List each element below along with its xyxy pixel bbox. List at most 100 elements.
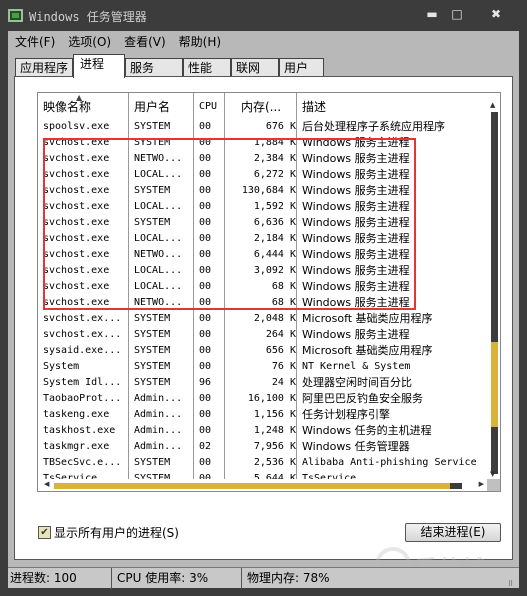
menu-view[interactable]: 查看(V): [117, 33, 172, 53]
vertical-scroll-thumb[interactable]: [491, 341, 498, 427]
menu-help[interactable]: 帮助(H): [172, 33, 227, 53]
minimize-button[interactable]: ▬: [423, 6, 441, 22]
process-description: Windows 服务主进程: [302, 232, 410, 245]
process-row[interactable]: svchost.exe SYSTEM 00 130,684 K Windows 服务主进…: [38, 183, 487, 199]
close-button[interactable]: ✖: [487, 6, 505, 22]
process-description: Windows 服务主进程: [302, 200, 410, 213]
process-description: 后台处理程序子系统应用程序: [302, 120, 445, 133]
process-memory: 130,684 K: [241, 185, 296, 196]
scroll-down-arrow-icon[interactable]: ▼: [490, 470, 495, 478]
menu-file[interactable]: 文件(F): [8, 33, 61, 53]
vertical-scroll-track[interactable]: [491, 112, 498, 474]
process-row[interactable]: svchost.exe LOCAL... 00 1,592 K Windows 服务主进…: [38, 199, 487, 215]
process-row[interactable]: svchost.exe LOCAL... 00 3,092 K Windows 服务主进…: [38, 263, 487, 279]
column-cpu[interactable]: CPU: [194, 93, 225, 119]
process-row[interactable]: System Idl... SYSTEM 96 24 K 处理器空闲时间百分比: [38, 375, 487, 391]
process-row[interactable]: TaobaoProt... Admin... 00 16,100 K 阿里巴巴反钓鱼安全…: [38, 391, 487, 407]
process-description: 任务计划程序引擎: [302, 408, 390, 421]
process-cpu: 00: [199, 457, 212, 468]
process-image-name: svchost.exe: [43, 153, 110, 164]
column-image-name[interactable]: ▲ 映像名称: [38, 93, 129, 119]
scroll-up-arrow-icon[interactable]: ▲: [490, 101, 495, 109]
process-cpu: 00: [199, 249, 212, 260]
scroll-right-arrow-icon[interactable]: ▶: [479, 480, 484, 488]
process-row[interactable]: svchost.exe SYSTEM 00 1,884 K Windows 服务主进程: [38, 135, 487, 151]
process-user-name: Admin...: [134, 393, 183, 404]
horizontal-scrollbar[interactable]: ◀ ▶: [38, 479, 487, 491]
column-memory[interactable]: 内存(...: [225, 93, 297, 119]
status-divider: [111, 568, 112, 589]
process-row[interactable]: svchost.exe NETWO... 00 68 K Windows 服务主进程: [38, 295, 487, 311]
process-description: Windows 服务主进程: [302, 152, 410, 165]
process-memory: 264 K: [265, 329, 296, 340]
process-row[interactable]: svchost.exe NETWO... 00 2,384 K Windows 服务主进…: [38, 151, 487, 167]
process-row[interactable]: spoolsv.exe SYSTEM 00 676 K 后台处理程序子系统应用程序: [38, 119, 487, 135]
process-image-name: svchost.exe: [43, 281, 110, 292]
horizontal-scroll-thumb[interactable]: [54, 483, 450, 489]
title-bar[interactable]: Windows 任务管理器 ▬ □ ✖: [0, 0, 527, 31]
process-user-name: SYSTEM: [134, 121, 171, 132]
resize-grip-icon[interactable]: ⠤ ⠿: [508, 577, 516, 588]
process-cpu: 00: [199, 281, 212, 292]
process-image-name: spoolsv.exe: [43, 121, 110, 132]
column-user-name[interactable]: 用户名: [129, 93, 194, 119]
checkbox-checked-icon[interactable]: ✔: [38, 526, 51, 539]
process-cpu: 00: [199, 329, 212, 340]
process-row[interactable]: svchost.exe LOCAL... 00 2,184 K Windows 服务主进…: [38, 231, 487, 247]
process-memory: 7,956 K: [253, 441, 296, 452]
process-row[interactable]: svchost.ex... SYSTEM 00 264 K Windows 服务主进程: [38, 327, 487, 343]
process-image-name: TBSecSvc.e...: [43, 457, 122, 468]
tab-applications[interactable]: 应用程序: [15, 58, 73, 77]
process-memory: 6,444 K: [253, 249, 296, 260]
menu-bar: 文件(F) 选项(O) 查看(V) 帮助(H): [8, 31, 519, 53]
show-all-users-checkbox[interactable]: ✔ 显示所有用户的进程(S): [38, 524, 179, 541]
column-image-name-label: 映像名称: [43, 100, 92, 114]
process-row[interactable]: svchost.exe NETWO... 00 6,444 K Windows 服务主进…: [38, 247, 487, 263]
column-description[interactable]: 描述: [297, 93, 487, 119]
maximize-button[interactable]: □: [448, 6, 466, 22]
tab-networking[interactable]: 联网: [231, 58, 279, 77]
tab-users[interactable]: 用户: [279, 58, 324, 77]
process-memory: 76 K: [271, 361, 296, 372]
process-cpu: 00: [199, 233, 212, 244]
process-cpu: 00: [199, 313, 212, 324]
process-row[interactable]: svchost.exe LOCAL... 00 6,272 K Windows 服务主进…: [38, 167, 487, 183]
process-user-name: NETWO...: [134, 249, 183, 260]
process-row[interactable]: System SYSTEM 00 76 K NT Kernel & System: [38, 359, 487, 375]
process-memory: 16,100 K: [247, 393, 296, 404]
process-memory: 1,248 K: [253, 425, 296, 436]
process-memory: 6,636 K: [253, 217, 296, 228]
window-title: Windows 任务管理器: [29, 10, 147, 24]
horizontal-scroll-track[interactable]: [54, 483, 462, 489]
process-row[interactable]: TBSecSvc.e... SYSTEM 00 2,536 K Alibaba Anti…: [38, 455, 487, 471]
process-cpu: 00: [199, 425, 212, 436]
process-row[interactable]: svchost.exe LOCAL... 00 68 K Windows 服务主进程: [38, 279, 487, 295]
process-user-name: SYSTEM: [134, 457, 171, 468]
process-description: Windows 服务主进程: [302, 296, 410, 309]
process-row[interactable]: taskmgr.exe Admin... 02 7,956 K Windows 任务管理…: [38, 439, 487, 455]
process-memory: 6,272 K: [253, 169, 296, 180]
process-description: Windows 服务主进程: [302, 136, 410, 149]
process-memory: 1,156 K: [253, 409, 296, 420]
status-process-count: 进程数: 100: [10, 571, 77, 585]
scrollbar-corner: [487, 479, 500, 491]
scroll-left-arrow-icon[interactable]: ◀: [44, 480, 49, 488]
tab-performance[interactable]: 性能: [183, 58, 231, 77]
process-list[interactable]: ▲ 映像名称 用户名 CPU 内存(... 描述 spoolsv.exe SYST…: [37, 92, 501, 492]
menu-options[interactable]: 选项(O): [61, 33, 117, 53]
end-process-button[interactable]: 结束进程(E): [405, 523, 501, 542]
tab-services[interactable]: 服务: [125, 58, 183, 77]
process-user-name: SYSTEM: [134, 377, 171, 388]
process-description: NT Kernel & System: [302, 361, 411, 372]
process-row[interactable]: taskeng.exe Admin... 00 1,156 K 任务计划程序引擎: [38, 407, 487, 423]
process-memory: 68 K: [271, 281, 296, 292]
process-row[interactable]: taskhost.exe Admin... 00 1,248 K Windows 任务的…: [38, 423, 487, 439]
vertical-scrollbar[interactable]: ▲ ▼: [487, 93, 500, 479]
tab-processes[interactable]: 进程: [73, 54, 125, 78]
process-row[interactable]: svchost.exe SYSTEM 00 6,636 K Windows 服务主进程: [38, 215, 487, 231]
process-cpu: 00: [199, 217, 212, 228]
process-row[interactable]: sysaid.exe... SYSTEM 00 656 K Microsoft 基础类应…: [38, 343, 487, 359]
processes-panel: ▲ 映像名称 用户名 CPU 内存(... 描述 spoolsv.exe SYST…: [14, 76, 513, 584]
process-description: 阿里巴巴反钓鱼安全服务: [302, 392, 423, 405]
process-row[interactable]: svchost.ex... SYSTEM 00 2,048 K Microsoft 基础…: [38, 311, 487, 327]
